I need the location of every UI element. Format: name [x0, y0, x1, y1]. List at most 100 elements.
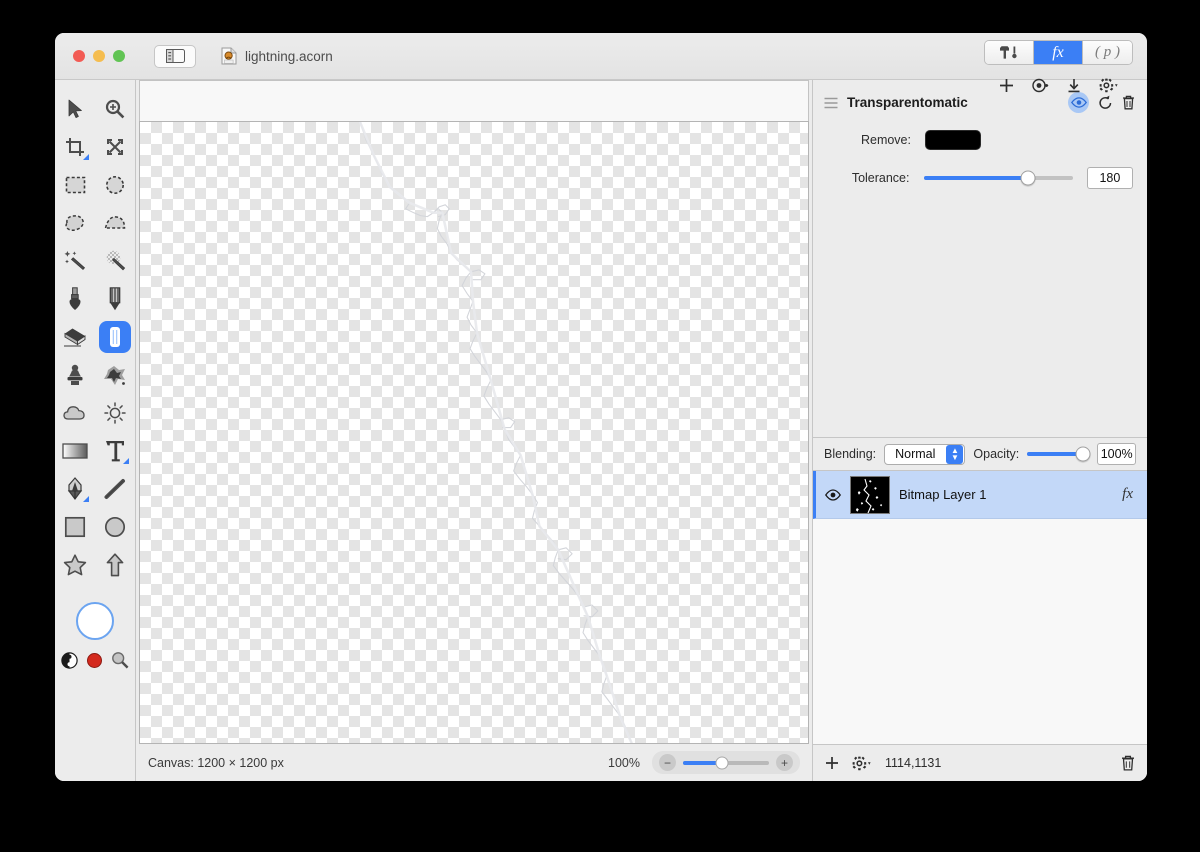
zoom-in-button[interactable]: + — [776, 754, 793, 771]
gear-dropdown-icon[interactable] — [1099, 78, 1119, 93]
visibility-eye-icon — [1070, 97, 1087, 108]
tool-lasso[interactable] — [55, 204, 95, 242]
zoom-level-label: 100% — [608, 755, 640, 770]
zoom-slider-knob[interactable] — [715, 756, 729, 769]
zoom-tool-icon — [105, 99, 125, 119]
preview-eye-icon[interactable] — [1031, 78, 1049, 93]
tolerance-row: Tolerance: 180 — [813, 167, 1147, 189]
minimize-button[interactable] — [93, 50, 105, 62]
opacity-value-field[interactable]: 100% — [1097, 443, 1136, 465]
zoom-slider-track[interactable] — [683, 756, 769, 769]
layer-options-bar: Blending: Normal ▲ ▼ Opacity: 100% — [813, 438, 1147, 471]
remove-color-swatch[interactable] — [925, 130, 981, 150]
reset-icon[interactable] — [1098, 95, 1113, 110]
color-controls — [61, 651, 129, 669]
filter-list: Transparentomatic Remove: Tolerance: 180 — [813, 80, 1147, 438]
tool-ellipse-shape[interactable] — [95, 508, 135, 546]
tool-zoom[interactable] — [95, 90, 135, 128]
zoom-button[interactable] — [113, 50, 125, 62]
foreground-color-swatch[interactable] — [76, 602, 114, 640]
opacity-slider-track[interactable] — [1027, 446, 1091, 462]
add-layer-icon[interactable] — [825, 756, 839, 770]
tool-move[interactable] — [55, 90, 95, 128]
sidebar-toggle-button[interactable] — [154, 44, 196, 68]
tool-polygon-lasso[interactable] — [95, 204, 135, 242]
download-icon[interactable] — [1067, 78, 1081, 93]
tolerance-value-field[interactable]: 180 — [1086, 167, 1133, 189]
tool-clone-stamp[interactable] — [55, 356, 95, 394]
chevron-updown-icon: ▲ ▼ — [946, 444, 964, 464]
arrow-shape-tool-icon — [106, 553, 124, 577]
tool-ink-bottle[interactable] — [55, 280, 95, 318]
tool-gradient[interactable] — [55, 432, 95, 470]
tool-arrow-shape[interactable] — [95, 546, 135, 584]
title-bar: lightning.acorn fx ( p ) — [55, 33, 1147, 93]
text-tool-icon — [106, 441, 124, 462]
tool-row — [55, 508, 135, 546]
tool-row — [55, 242, 135, 280]
tool-instant-alpha[interactable] — [95, 242, 135, 280]
pencil-tool-icon — [109, 287, 121, 311]
tool-row — [55, 470, 135, 508]
tool-smudge[interactable] — [95, 356, 135, 394]
tab-tools[interactable] — [985, 41, 1034, 64]
tool-rectangle-shape[interactable] — [55, 508, 95, 546]
color-picker-icon[interactable] — [111, 651, 129, 669]
tool-row — [55, 546, 135, 584]
blending-mode-select[interactable]: Normal ▲ ▼ — [884, 443, 966, 465]
opacity-slider-knob[interactable] — [1075, 446, 1091, 462]
move-tool-icon — [68, 99, 82, 118]
tool-row — [55, 432, 135, 470]
layer-visibility-icon[interactable] — [825, 488, 841, 501]
blur-tool-icon — [63, 406, 85, 420]
accent-color-swatch[interactable] — [87, 652, 102, 668]
tool-eraser[interactable] — [55, 318, 95, 356]
tool-magic-wand[interactable] — [55, 242, 95, 280]
delete-filter-icon[interactable] — [1122, 95, 1135, 110]
color-well — [61, 602, 129, 669]
tool-pencil[interactable] — [95, 280, 135, 318]
tool-row — [55, 280, 135, 318]
blending-label: Blending: — [824, 447, 877, 461]
tool-palette — [55, 80, 136, 781]
tool-crop[interactable] — [55, 128, 95, 166]
zoom-control[interactable]: − + — [652, 751, 800, 774]
layer-fx-badge[interactable]: fx — [1122, 486, 1133, 503]
tool-rectangle-select[interactable] — [55, 166, 95, 204]
drag-handle-icon[interactable] — [824, 97, 838, 109]
tolerance-label: Tolerance: — [851, 171, 910, 185]
layer-row[interactable]: Bitmap Layer 1 fx — [813, 471, 1147, 519]
tool-transform[interactable] — [95, 128, 135, 166]
opacity-label: Opacity: — [973, 447, 1020, 461]
tab-presets[interactable]: ( p ) — [1083, 41, 1132, 64]
tolerance-slider-track[interactable] — [923, 170, 1073, 186]
app-window: lightning.acorn fx ( p ) Canvas: 1200 × … — [55, 33, 1147, 781]
rectangle-shape-tool-icon — [64, 516, 86, 538]
close-button[interactable] — [73, 50, 85, 62]
layer-settings-gear-icon[interactable] — [852, 756, 872, 771]
tool-pen[interactable] — [55, 470, 95, 508]
inspector-mode-segmented-control[interactable]: fx ( p ) — [984, 40, 1133, 65]
inspector-panel: Transparentomatic Remove: Tolerance: 180… — [812, 80, 1147, 781]
tool-brush[interactable] — [95, 318, 135, 356]
tool-ellipse-select[interactable] — [95, 166, 135, 204]
ellipse-select-tool-icon — [106, 176, 124, 194]
filter-visibility-toggle[interactable] — [1068, 92, 1089, 113]
tool-row — [55, 204, 135, 242]
tab-filters[interactable]: fx — [1034, 41, 1083, 64]
tool-dodge[interactable] — [95, 394, 135, 432]
tool-blur[interactable] — [55, 394, 95, 432]
canvas-artwork — [358, 122, 633, 743]
swap-colors-icon[interactable] — [61, 651, 78, 669]
tool-text[interactable] — [95, 432, 135, 470]
delete-layer-icon[interactable] — [1121, 755, 1135, 771]
tool-line[interactable] — [95, 470, 135, 508]
tool-star-shape[interactable] — [55, 546, 95, 584]
layer-thumbnail — [850, 475, 890, 514]
tolerance-slider-knob[interactable] — [1020, 170, 1036, 186]
plus-icon[interactable] — [999, 78, 1014, 93]
canvas-area[interactable] — [139, 121, 809, 744]
hammer-tool-icon — [1000, 46, 1017, 59]
layer-list: Bitmap Layer 1 fx — [813, 471, 1147, 744]
zoom-out-button[interactable]: − — [659, 754, 676, 771]
